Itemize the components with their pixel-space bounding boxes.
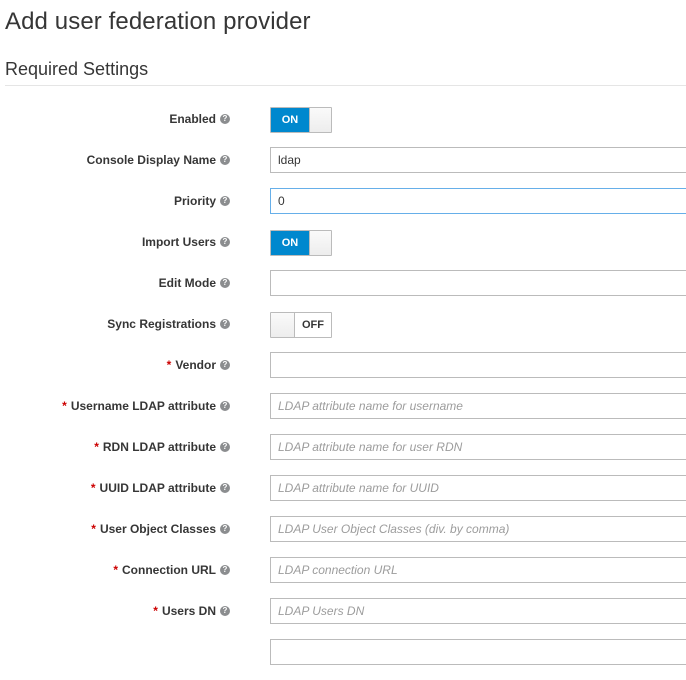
help-icon[interactable]: ? — [220, 278, 230, 288]
help-icon[interactable]: ? — [220, 524, 230, 534]
rdn-ldap-attribute-label: * RDN LDAP attribute ? — [94, 434, 230, 460]
console-display-name-label: Console Display Name ? — [87, 147, 230, 173]
toggle-on-label: ON — [271, 108, 309, 132]
required-marker: * — [153, 604, 158, 618]
edit-mode-select[interactable] — [270, 270, 686, 296]
import-users-toggle[interactable]: ON — [270, 230, 332, 256]
form-row-user-object-classes: * User Object Classes ? — [0, 516, 686, 557]
users-dn-input[interactable] — [270, 598, 686, 624]
form-row-priority: Priority ? — [0, 188, 686, 229]
user-object-classes-label: * User Object Classes ? — [91, 516, 230, 542]
help-icon[interactable]: ? — [220, 360, 230, 370]
form-row-sync-registrations: Sync Registrations ? OFF — [0, 311, 686, 352]
uuid-ldap-attribute-label: * UUID LDAP attribute ? — [91, 475, 230, 501]
rdn-ldap-attribute-input[interactable] — [270, 434, 686, 460]
priority-input[interactable] — [270, 188, 686, 214]
priority-label: Priority ? — [174, 188, 230, 214]
form-row-console-display-name: Console Display Name ? — [0, 147, 686, 188]
enabled-toggle[interactable]: ON — [270, 107, 332, 133]
help-icon[interactable]: ? — [220, 401, 230, 411]
section-title: Required Settings — [5, 59, 149, 79]
help-icon[interactable]: ? — [220, 155, 230, 165]
connection-url-input[interactable] — [270, 557, 686, 583]
console-display-name-input[interactable] — [270, 147, 686, 173]
toggle-on-label: ON — [271, 231, 309, 255]
vendor-label: * Vendor ? — [167, 352, 230, 378]
page-title: Add user federation provider — [5, 8, 311, 35]
next-field-input[interactable] — [270, 639, 686, 665]
section-divider — [5, 85, 686, 86]
help-icon[interactable]: ? — [220, 565, 230, 575]
required-marker: * — [90, 481, 96, 495]
help-icon[interactable]: ? — [220, 606, 230, 616]
help-icon[interactable]: ? — [220, 237, 230, 247]
sync-registrations-label: Sync Registrations ? — [107, 311, 230, 337]
user-object-classes-input[interactable] — [270, 516, 686, 542]
form-row-enabled: Enabled ? ON — [0, 106, 686, 147]
toggle-handle — [271, 313, 295, 337]
form-row-connection-url: * Connection URL ? — [0, 557, 686, 598]
uuid-ldap-attribute-input[interactable] — [270, 475, 686, 501]
form-row-rdn-ldap-attribute: * RDN LDAP attribute ? — [0, 434, 686, 475]
required-marker: * — [113, 563, 118, 577]
form-row-partial — [0, 639, 686, 680]
required-marker: * — [94, 440, 99, 454]
help-icon[interactable]: ? — [220, 483, 230, 493]
form-row-import-users: Import Users ? ON — [0, 229, 686, 270]
required-marker: * — [91, 522, 96, 536]
connection-url-label: * Connection URL ? — [113, 557, 230, 583]
help-icon[interactable]: ? — [220, 114, 230, 124]
sync-registrations-toggle[interactable]: OFF — [270, 312, 332, 338]
toggle-handle — [309, 231, 331, 255]
username-ldap-attribute-label: * Username LDAP attribute ? — [62, 393, 230, 419]
required-marker: * — [62, 399, 67, 413]
toggle-handle — [309, 108, 331, 132]
toggle-off-label: OFF — [295, 313, 331, 337]
form-row-username-ldap-attribute: * Username LDAP attribute ? — [0, 393, 686, 434]
help-icon[interactable]: ? — [220, 319, 230, 329]
edit-mode-label: Edit Mode ? — [159, 270, 230, 296]
form-row-edit-mode: Edit Mode ? — [0, 270, 686, 311]
form-row-vendor: * Vendor ? — [0, 352, 686, 393]
help-icon[interactable]: ? — [220, 196, 230, 206]
federation-form: Enabled ? ON Console Display Name ? Prio… — [0, 106, 686, 680]
form-row-uuid-ldap-attribute: * UUID LDAP attribute ? — [0, 475, 686, 516]
users-dn-label: * Users DN ? — [153, 598, 230, 624]
enabled-label: Enabled ? — [169, 106, 230, 132]
username-ldap-attribute-input[interactable] — [270, 393, 686, 419]
import-users-label: Import Users ? — [142, 229, 230, 255]
form-row-users-dn: * Users DN ? — [0, 598, 686, 639]
help-icon[interactable]: ? — [220, 442, 230, 452]
vendor-select[interactable] — [270, 352, 686, 378]
required-marker: * — [166, 358, 172, 372]
